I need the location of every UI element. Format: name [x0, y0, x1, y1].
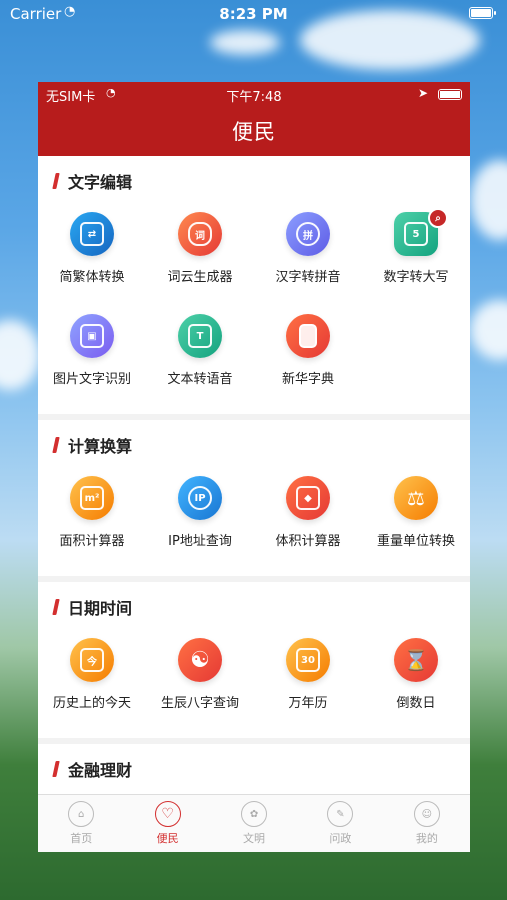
tab-inquiry[interactable]: ✎ 问政 [297, 795, 383, 852]
service-label: 数字转大写 [383, 270, 449, 285]
text-to-speech-icon: T [178, 314, 222, 358]
service-label: 生辰八字查询 [160, 696, 239, 711]
service-image-ocr[interactable]: ▣ 图片文字识别 [38, 304, 146, 406]
section-title: 文字编辑 [68, 173, 133, 192]
tab-label: 我的 [415, 832, 438, 845]
service-ip-lookup[interactable]: IP IP地址查询 [146, 466, 254, 568]
volume-cube-icon: ◆ [286, 476, 330, 520]
battery-icon [469, 7, 496, 19]
service-label: 万年历 [288, 696, 328, 711]
cloud-icon: 词 [178, 212, 222, 256]
section-title: 日期时间 [68, 599, 133, 618]
service-label: 体积计算器 [275, 534, 341, 549]
app-header: 无SIM卡 ◔ 下午7:48 ➤ 便民 [38, 82, 470, 156]
tab-bar: ⌂ 首页 ♡ 便民 ✿ 文明 ✎ 问政 ☺ 我的 [38, 794, 470, 852]
section-header: 计算换算 [38, 432, 470, 458]
section-calculation: 计算换算 m² 面积计算器 IP IP地址查询 ◆ 体积计算器 ⚖ 重量单位转换 [38, 420, 470, 576]
service-label: 历史上的今天 [52, 696, 131, 711]
section-header: 日期时间 [38, 594, 470, 620]
emblem-icon: ✿ [241, 801, 268, 827]
calendar-today-icon: 今 [70, 638, 114, 682]
service-volume-calculator[interactable]: ◆ 体积计算器 [254, 466, 362, 568]
cloud-decoration [0, 320, 40, 390]
tab-convenience[interactable]: ♡ 便民 [124, 795, 210, 852]
service-weight-conversion[interactable]: ⚖ 重量单位转换 [362, 466, 470, 568]
calendar-30-icon: 30 [286, 638, 330, 682]
service-word-cloud[interactable]: 词 词云生成器 [146, 202, 254, 304]
speech-icon: ✎ [327, 801, 354, 827]
service-bazi-lookup[interactable]: ☯ 生辰八字查询 [146, 628, 254, 730]
section-marker [52, 761, 60, 777]
tab-label: 便民 [156, 832, 179, 845]
status-time: 8:23 PM [219, 5, 288, 23]
service-label: 汉字转拼音 [275, 270, 341, 285]
heart-icon: ♡ [154, 801, 181, 827]
tab-home[interactable]: ⌂ 首页 [38, 795, 124, 852]
area-icon: m² [70, 476, 114, 520]
cloud-decoration [470, 160, 507, 240]
tab-civilization[interactable]: ✿ 文明 [211, 795, 297, 852]
pinyin-icon: 拼 [286, 212, 330, 256]
service-area-calculator[interactable]: m² 面积计算器 [38, 466, 146, 568]
tab-label: 问政 [329, 832, 352, 845]
hourglass-icon: ⌛ [394, 638, 438, 682]
section-header: 文字编辑 [38, 168, 470, 194]
system-status-bar: Carrier ◔ 8:23 PM [0, 0, 507, 28]
service-label: 重量单位转换 [376, 534, 455, 549]
service-label: 面积计算器 [59, 534, 125, 549]
service-label: 文本转语音 [167, 372, 233, 387]
service-number-uppercase[interactable]: 5 ⌕ 数字转大写 [362, 202, 470, 304]
service-perpetual-calendar[interactable]: 30 万年历 [254, 628, 362, 730]
user-icon: ☺ [413, 801, 440, 827]
section-finance: 金融理财 [38, 744, 470, 794]
service-simplified-traditional[interactable]: ⇄ 简繁体转换 [38, 202, 146, 304]
number-icon: 5 ⌕ [394, 208, 448, 256]
scale-icon: ⚖ [394, 476, 438, 520]
section-marker [52, 437, 60, 453]
tab-profile[interactable]: ☺ 我的 [384, 795, 470, 852]
service-list[interactable]: 文字编辑 ⇄ 简繁体转换 词 词云生成器 拼 汉字转拼音 5 ⌕ 数字转大写 ▣… [38, 156, 470, 794]
section-title: 金融理财 [68, 761, 133, 780]
service-pinyin[interactable]: 拼 汉字转拼音 [254, 202, 362, 304]
home-icon: ⌂ [68, 801, 95, 827]
section-title: 计算换算 [68, 437, 133, 456]
service-label: 图片文字识别 [52, 372, 131, 387]
service-countdown[interactable]: ⌛ 倒数日 [362, 628, 470, 730]
service-label: 倒数日 [396, 696, 436, 711]
service-label: 新华字典 [281, 372, 334, 387]
service-label: 简繁体转换 [59, 270, 125, 285]
image-ocr-icon: ▣ [70, 314, 114, 358]
section-marker [52, 599, 60, 615]
battery-icon [438, 89, 462, 100]
cloud-decoration [470, 300, 507, 360]
page-title: 便民 [232, 120, 276, 144]
app-window: 无SIM卡 ◔ 下午7:48 ➤ 便民 文字编辑 ⇄ 简繁体转换 词 词云生成器 [38, 82, 470, 852]
service-dictionary[interactable]: 新华字典 [254, 304, 362, 406]
section-marker [52, 173, 60, 189]
convert-icon: ⇄ [70, 212, 114, 256]
yin-yang-icon: ☯ [178, 638, 222, 682]
tab-label: 首页 [70, 832, 93, 845]
location-arrow-icon: ➤ [417, 86, 428, 100]
tab-label: 文明 [243, 832, 266, 845]
service-label: 词云生成器 [167, 270, 233, 285]
cloud-decoration [210, 30, 280, 55]
ip-search-icon: IP [178, 476, 222, 520]
search-icon: ⌕ [428, 208, 448, 228]
section-date-time: 日期时间 今 历史上的今天 ☯ 生辰八字查询 30 万年历 ⌛ 倒数日 [38, 582, 470, 738]
dictionary-icon [286, 314, 330, 358]
status-time: 下午7:48 [226, 90, 282, 105]
service-history-today[interactable]: 今 历史上的今天 [38, 628, 146, 730]
service-text-to-speech[interactable]: T 文本转语音 [146, 304, 254, 406]
section-header: 金融理财 [38, 756, 470, 782]
app-status-bar: 无SIM卡 ◔ 下午7:48 ➤ [38, 86, 470, 105]
section-text-editing: 文字编辑 ⇄ 简繁体转换 词 词云生成器 拼 汉字转拼音 5 ⌕ 数字转大写 ▣… [38, 156, 470, 414]
service-label: IP地址查询 [168, 534, 232, 549]
